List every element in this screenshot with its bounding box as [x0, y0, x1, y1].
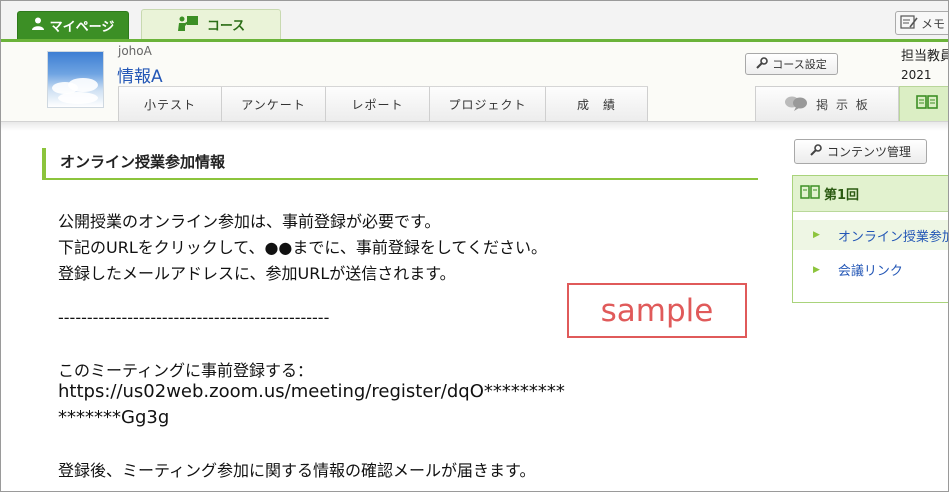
- tab-board[interactable]: 掲 示 板: [755, 86, 899, 121]
- register-label: このミーティングに事前登録する：: [58, 361, 314, 380]
- sidebar-item-label: オンライン授業参加情報: [837, 229, 948, 245]
- course-header: johoA 情報A コース設定 担当教員 2021 小テスト アンケート レポー…: [1, 42, 949, 122]
- tab-course-label: コース: [206, 19, 246, 34]
- register-url-line-1[interactable]: https://us02web.zoom.us/meeting/register…: [58, 381, 565, 402]
- book-icon: [800, 184, 820, 203]
- person-icon: [31, 17, 44, 34]
- tab-mypage[interactable]: マイページ: [17, 11, 129, 39]
- memo-icon: [900, 14, 918, 32]
- subnav-project[interactable]: プロジェクト: [430, 87, 546, 122]
- book-icon: [916, 94, 938, 114]
- register-url-line-2[interactable]: *******Gg3g: [58, 407, 169, 428]
- teacher-label: 担当教員: [901, 49, 949, 64]
- memo-label: メモ: [921, 16, 946, 31]
- body-line-1: 公開授業のオンライン参加は、事前登録が必要です。: [58, 212, 441, 231]
- contents-manage-label: コンテンツ管理: [826, 145, 911, 159]
- subnav-grades[interactable]: 成 績: [546, 87, 648, 122]
- course-code: johoA: [118, 44, 152, 58]
- course-setting-button[interactable]: コース設定: [745, 53, 838, 75]
- body-line-3: 登録したメールアドレスに、参加URLが送信されます。: [58, 264, 456, 283]
- week-panel: 第1回 ▶ オンライン授業参加情報 ▶ 会議リンク: [792, 175, 948, 303]
- triangle-right-icon: ▶: [813, 264, 820, 275]
- triangle-right-icon: ▶: [813, 230, 820, 240]
- sample-stamp: sample: [567, 283, 747, 338]
- course-thumbnail: [47, 51, 104, 108]
- speech-bubble-icon: [784, 95, 808, 114]
- top-tab-bar: マイページ コース メモ: [1, 1, 948, 41]
- tab-contents-book[interactable]: [899, 86, 948, 121]
- course-name[interactable]: 情報A: [117, 62, 163, 87]
- subnav-survey[interactable]: アンケート: [222, 87, 326, 122]
- year-label: 2021: [901, 68, 932, 82]
- divider-text: ----------------------------------------…: [58, 308, 330, 327]
- week-title: 第1回: [824, 188, 860, 203]
- course-subnav: 小テスト アンケート レポート プロジェクト 成 績: [118, 86, 648, 122]
- sidebar-item-label: 会議リンク: [837, 264, 903, 279]
- header-divider: [1, 121, 948, 131]
- memo-button[interactable]: メモ: [895, 11, 948, 35]
- tab-mypage-label: マイページ: [49, 20, 115, 35]
- wrench-icon: [810, 144, 822, 159]
- contents-manage-button[interactable]: コンテンツ管理: [794, 139, 927, 164]
- week-panel-header[interactable]: 第1回: [793, 176, 948, 212]
- page-title: オンライン授業参加情報: [42, 148, 758, 180]
- subnav-report[interactable]: レポート: [326, 87, 430, 122]
- after-note: 登録後、ミーティング参加に関する情報の確認メールが届きます。: [58, 461, 536, 480]
- sidebar-item-online-info[interactable]: ▶ オンライン授業参加情報: [793, 220, 948, 250]
- subnav-quiz[interactable]: 小テスト: [118, 87, 222, 122]
- body-line-2: 下記のURLをクリックして、●●までに、事前登録をしてください。: [58, 238, 547, 257]
- course-setting-label: コース設定: [772, 58, 827, 71]
- sidebar-item-meeting-link[interactable]: ▶ 会議リンク: [813, 260, 903, 279]
- teacher-board-icon: [177, 15, 199, 35]
- board-label: 掲 示 板: [816, 97, 870, 112]
- tab-course[interactable]: コース: [141, 9, 281, 39]
- wrench-icon: [756, 56, 769, 72]
- browser-frame: マイページ コース メモ johoA 情報A コース設定 担当教員 2021 小…: [0, 0, 949, 492]
